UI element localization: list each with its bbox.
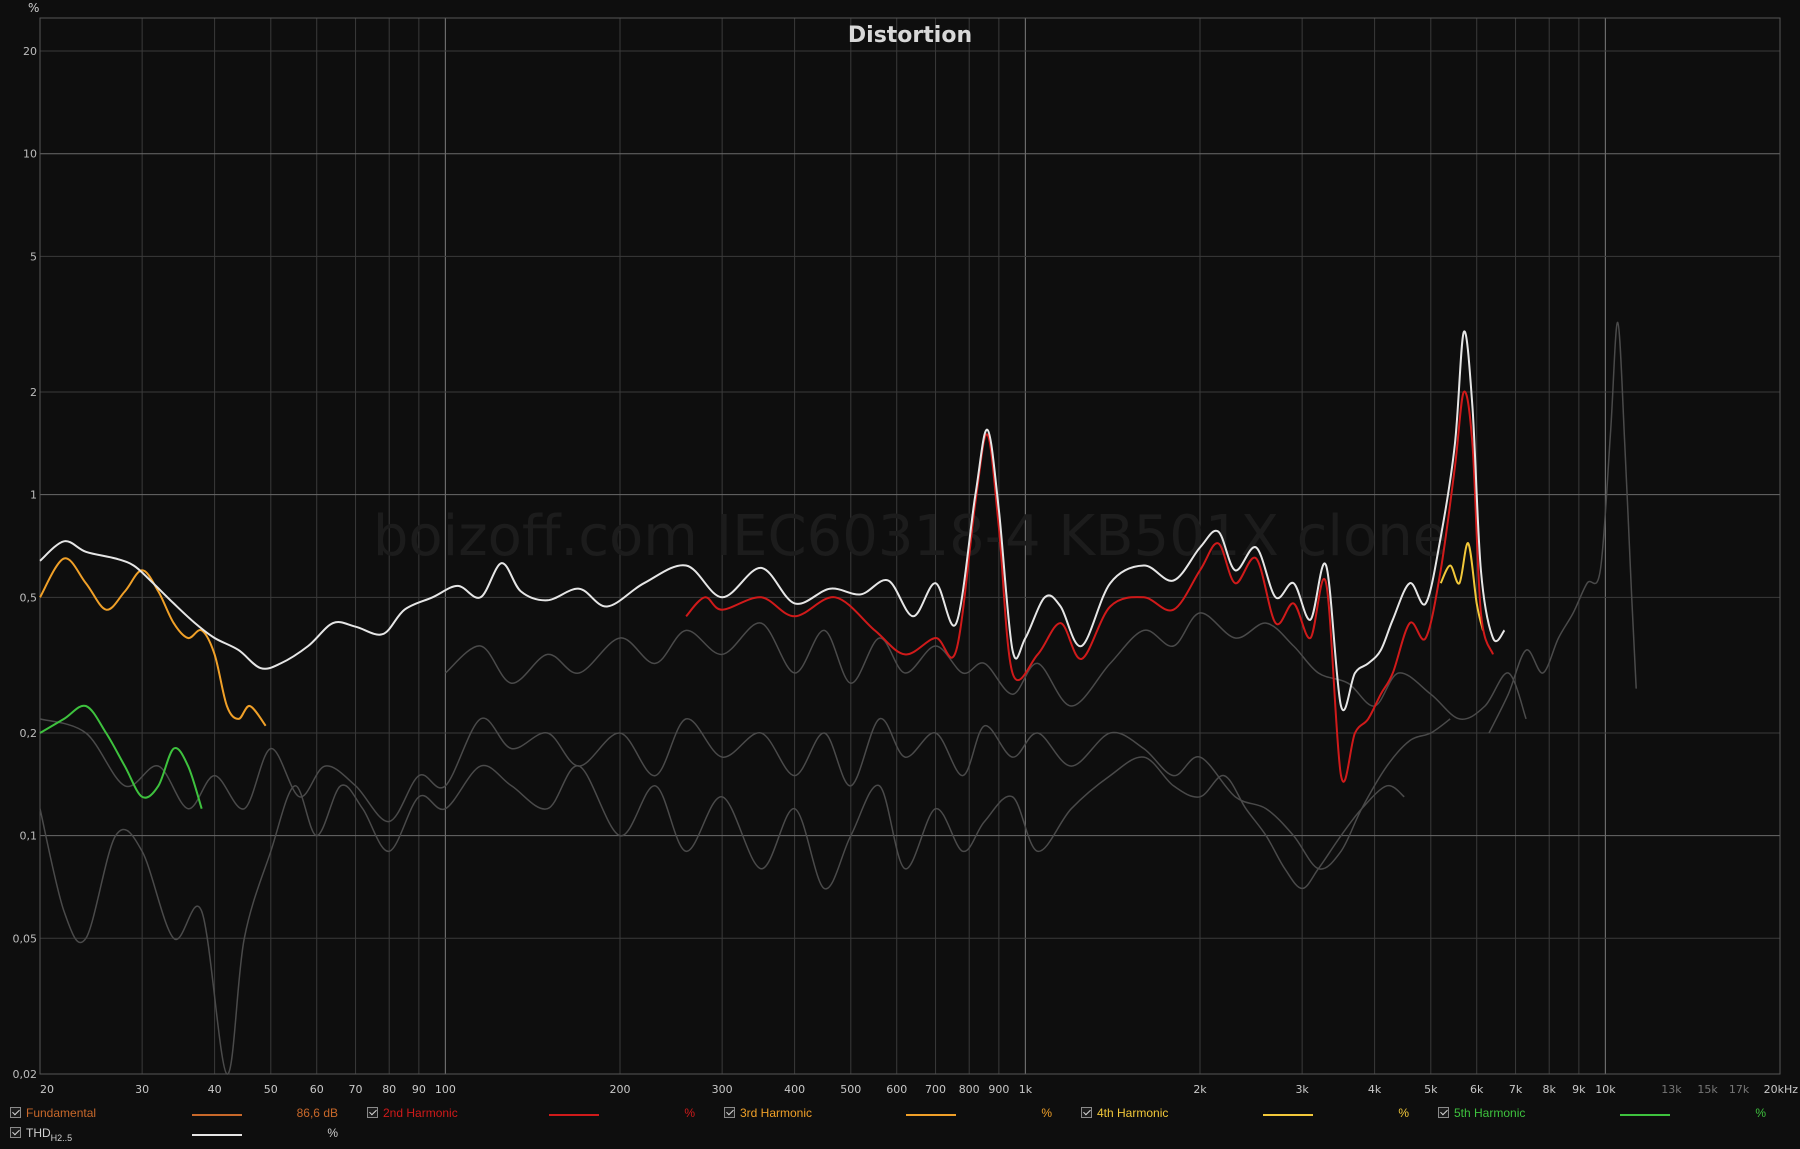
x-tick-label: 700 — [925, 1083, 946, 1096]
y-tick-label: 5 — [30, 250, 37, 263]
x-tick-label: 7k — [1509, 1083, 1523, 1096]
x-tick-label: 5k — [1424, 1083, 1438, 1096]
legend-value: % — [1398, 1106, 1409, 1120]
legend-value: 86,6 dB — [296, 1106, 338, 1120]
legend-label: 5th Harmonic — [1454, 1106, 1526, 1120]
x-tick-label: 600 — [886, 1083, 907, 1096]
x-tick-label: 3k — [1295, 1083, 1309, 1096]
thd-label: THD — [26, 1126, 51, 1140]
x-tick-label: 8k — [1543, 1083, 1557, 1096]
x-tick-label: 13k — [1661, 1083, 1682, 1096]
thd-subscript: H2..5 — [50, 1133, 73, 1143]
legend-checkbox[interactable] — [367, 1107, 378, 1118]
legend-line-swatch — [192, 1114, 242, 1116]
x-tick-label: 800 — [959, 1083, 980, 1096]
legend-checkbox[interactable] — [1081, 1107, 1092, 1118]
legend-checkbox[interactable] — [724, 1107, 735, 1118]
x-tick-label: 50 — [264, 1083, 278, 1096]
distortion-chart: boizoff.com IEC60318-4 KB501X clone 2010… — [0, 0, 1800, 1100]
legend: Fundamental 86,6 dB 2nd Harmonic% 3rd Harmo… — [0, 1100, 1800, 1149]
thd-checkbox[interactable] — [10, 1127, 21, 1138]
x-tick-label: 1k — [1019, 1083, 1033, 1096]
x-tick-label: 400 — [784, 1083, 805, 1096]
x-tick-label: 70 — [349, 1083, 363, 1096]
legend-label: 3rd Harmonic — [740, 1106, 813, 1120]
x-tick-label: 60 — [310, 1083, 324, 1096]
legend-label: 4th Harmonic — [1097, 1106, 1169, 1120]
y-tick-label: 20 — [23, 45, 37, 58]
legend-line-swatch — [549, 1114, 599, 1116]
x-tick-label: 9k — [1572, 1083, 1586, 1096]
y-tick-label: 0,05 — [13, 932, 38, 945]
legend-row-harmonics: Fundamental 86,6 dB 2nd Harmonic% 3rd Harmo… — [0, 1104, 1800, 1124]
x-tick-label: 80 — [382, 1083, 396, 1096]
x-tick-label: 4k — [1368, 1083, 1382, 1096]
legend-line-swatch — [1263, 1114, 1313, 1116]
legend-line-swatch — [1620, 1114, 1670, 1116]
legend-checkbox[interactable] — [1438, 1107, 1449, 1118]
x-tick-label: 900 — [988, 1083, 1009, 1096]
legend-value: % — [684, 1106, 695, 1120]
x-tick-label: 20 — [40, 1083, 54, 1096]
x-tick-label: 10k — [1595, 1083, 1616, 1096]
legend-label: Fundamental — [26, 1106, 97, 1120]
legend-line-swatch — [906, 1114, 956, 1116]
legend-checkbox[interactable] — [10, 1107, 21, 1118]
legend-value: % — [1755, 1106, 1766, 1120]
x-tick-label: 15k — [1697, 1083, 1718, 1096]
x-tick-label: 40 — [208, 1083, 222, 1096]
legend-value: % — [1041, 1106, 1052, 1120]
x-tick-label: 2k — [1193, 1083, 1207, 1096]
legend-label: 2nd Harmonic — [383, 1106, 458, 1120]
thd-line-swatch — [192, 1134, 242, 1136]
legend-row-thd: THDH2..5 % — [0, 1124, 1800, 1144]
y-tick-label: 0,2 — [20, 727, 38, 740]
x-tick-label: 20kHz — [1764, 1083, 1799, 1096]
y-tick-label: 0,1 — [20, 830, 38, 843]
y-tick-label: 0,5 — [20, 591, 38, 604]
x-tick-label: 30 — [135, 1083, 149, 1096]
x-tick-label: 90 — [412, 1083, 426, 1096]
chart-title: Distortion — [848, 23, 972, 48]
y-tick-label: 1 — [30, 489, 37, 502]
x-tick-label: 100 — [435, 1083, 456, 1096]
x-tick-label: 500 — [840, 1083, 861, 1096]
x-tick-label: 6k — [1470, 1083, 1484, 1096]
y-tick-label: 10 — [23, 148, 37, 161]
watermark: boizoff.com IEC60318-4 KB501X clone — [373, 504, 1447, 569]
x-tick-label: 200 — [610, 1083, 631, 1096]
y-tick-label: 2 — [30, 386, 37, 399]
y-unit-label: % — [28, 1, 39, 15]
x-tick-label: 300 — [712, 1083, 733, 1096]
x-tick-label: 17k — [1729, 1083, 1750, 1096]
y-tick-label: 0,02 — [13, 1068, 38, 1081]
thd-value: % — [327, 1126, 338, 1140]
